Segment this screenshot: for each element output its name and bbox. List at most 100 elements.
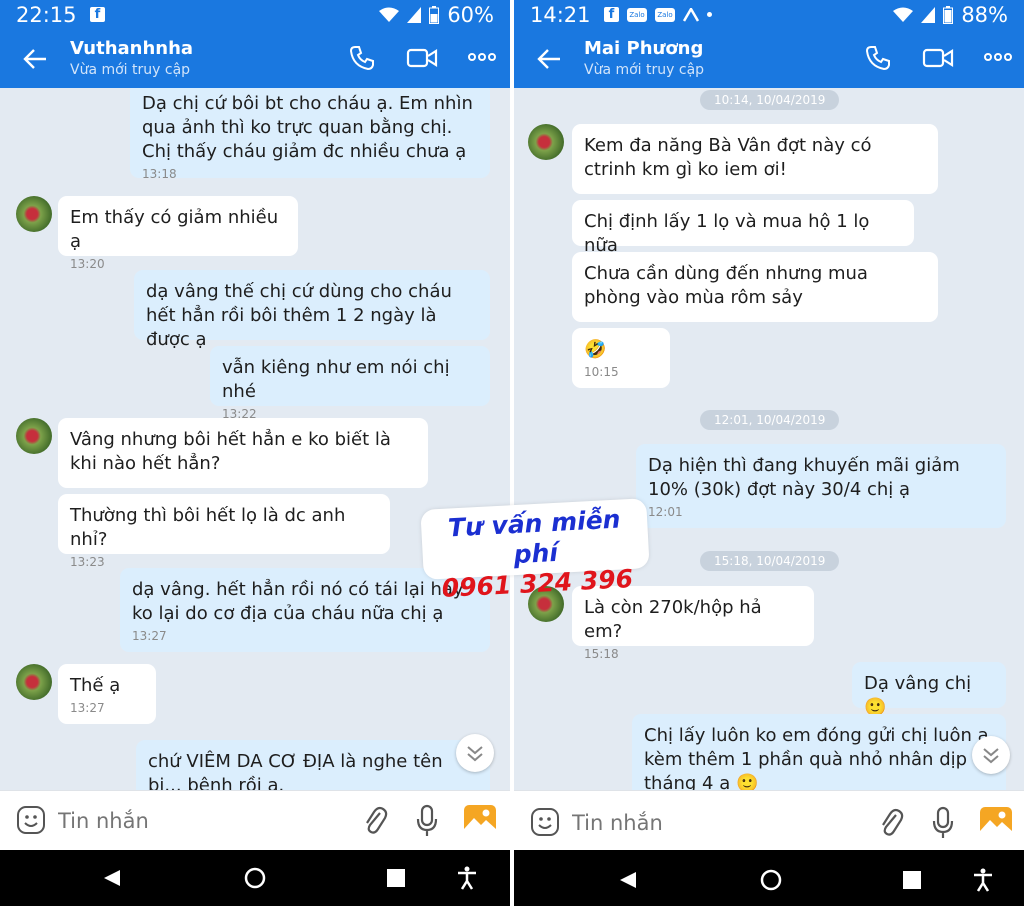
message-text: Dạ hiện thì đang khuyến mãi giảm 10% (30… <box>648 455 960 500</box>
message-bubble[interactable]: vẫn kiêng như em nói chị nhé 13:22 <box>210 346 490 421</box>
scroll-down-button[interactable] <box>972 736 1010 774</box>
right-phone-screen: 14:21 f Zalo Zalo 88% Mai Phương Vừa mới… <box>514 0 1024 906</box>
message-input[interactable] <box>56 803 340 839</box>
nav-home-icon[interactable] <box>244 867 266 889</box>
system-nav-bar <box>0 850 510 906</box>
avatar[interactable] <box>528 124 564 160</box>
back-arrow-icon[interactable] <box>536 46 562 72</box>
message-bubble[interactable]: Em thấy có giảm nhiều ạ 13:20 <box>58 196 298 271</box>
message-bubble[interactable]: chứ VIÊM DA CƠ ĐỊA là nghe tên bi... bện… <box>136 740 490 790</box>
message-list[interactable]: 10:14, 10/04/2019 Kem đa năng Bà Vân đợt… <box>514 88 1024 790</box>
chevron-down-icon <box>983 748 999 764</box>
nav-recents-icon[interactable] <box>386 868 406 888</box>
scroll-down-button[interactable] <box>456 734 494 772</box>
chat-header: Vuthanhnha Vừa mới truy cập <box>0 30 510 88</box>
attach-icon[interactable] <box>362 805 388 837</box>
message-text: Em thấy có giảm nhiều ạ <box>70 207 279 252</box>
contact-status: Vừa mới truy cập <box>584 62 705 78</box>
message-bubble[interactable]: Dạ vâng chị 🙂 <box>852 662 1006 718</box>
message-text: Chị lấy luôn ko em đóng gửi chị luôn ạ k… <box>644 725 989 790</box>
signal-icon <box>921 7 936 23</box>
zalo-icon: Zalo <box>655 7 675 22</box>
nav-back-icon[interactable] <box>102 868 122 888</box>
status-time: 14:21 <box>530 3 591 27</box>
message-bubble[interactable]: Thế ạ 13:27 <box>58 664 156 724</box>
message-bubble[interactable]: Dạ hiện thì đang khuyến mãi giảm 10% (30… <box>636 444 1006 528</box>
message-composer <box>0 790 510 851</box>
nav-home-icon[interactable] <box>760 869 782 891</box>
wifi-icon <box>893 7 914 22</box>
message-text: Chị định lấy 1 lọ và mua hộ 1 lọ nữa <box>584 211 870 256</box>
message-text: Là còn 270k/hộp hả em? <box>584 597 762 642</box>
message-bubble[interactable]: 🤣 10:15 <box>572 328 670 388</box>
battery-icon <box>943 6 954 24</box>
message-time: 13:27 <box>70 701 105 715</box>
message-bubble[interactable]: Chị định lấy 1 lọ và mua hộ 1 lọ nữa <box>572 200 914 256</box>
chevron-down-icon <box>467 746 483 762</box>
battery-level: 60% <box>447 3 494 27</box>
contact-name[interactable]: Vuthanhnha <box>70 38 193 59</box>
more-icon[interactable] <box>984 52 1012 62</box>
message-bubble[interactable]: dạ vâng thế chị cứ dùng cho cháu hết hẳn… <box>134 270 490 350</box>
back-arrow-icon[interactable] <box>22 46 48 72</box>
message-text: Vâng nhưng bôi hết hẳn e ko biết là khi … <box>70 429 391 474</box>
mic-icon[interactable] <box>416 804 438 838</box>
message-bubble[interactable]: Chưa cần dùng đến nhưng mua phòng vào mù… <box>572 252 938 322</box>
facebook-icon: f <box>90 7 105 22</box>
image-icon[interactable] <box>464 805 496 835</box>
signal-icon <box>407 7 422 23</box>
message-bubble[interactable]: Chị lấy luôn ko em đóng gửi chị luôn ạ k… <box>632 714 1006 790</box>
contact-name[interactable]: Mai Phương <box>584 38 703 59</box>
message-bubble[interactable]: Vâng nhưng bôi hết hẳn e ko biết là khi … <box>58 418 428 488</box>
message-text: Chưa cần dùng đến nhưng mua phòng vào mù… <box>584 263 868 308</box>
left-phone-screen: 22:15 f 60% Vuthanhnha Vừa mới truy cập … <box>0 0 510 906</box>
message-text: dạ vâng thế chị cứ dùng cho cháu hết hẳn… <box>146 281 452 350</box>
mic-icon[interactable] <box>932 806 954 840</box>
image-icon[interactable] <box>980 807 1012 837</box>
chat-header: Mai Phương Vừa mới truy cập <box>514 30 1024 88</box>
app-notification-icon <box>683 7 699 22</box>
status-bar: 22:15 f 60% <box>0 0 510 30</box>
avatar[interactable] <box>16 418 52 454</box>
message-bubble[interactable]: Dạ chị cứ bôi bt cho cháu ạ. Em nhìn qua… <box>130 88 490 181</box>
message-text: 🤣 <box>584 339 607 360</box>
nav-back-icon[interactable] <box>618 870 638 890</box>
more-icon[interactable] <box>468 52 496 62</box>
status-bar: 14:21 f Zalo Zalo 88% <box>514 0 1024 30</box>
message-text: Dạ chị cứ bôi bt cho cháu ạ. Em nhìn qua… <box>142 93 473 162</box>
message-composer <box>514 790 1024 851</box>
date-separator: 12:01, 10/04/2019 <box>700 410 840 430</box>
zalo-icon: Zalo <box>627 7 647 22</box>
attach-icon[interactable] <box>878 807 904 839</box>
message-bubble[interactable]: Kem đa năng Bà Vân đợt này có ctrinh km … <box>572 124 938 194</box>
battery-icon <box>429 6 440 24</box>
sticker-icon[interactable] <box>16 805 46 835</box>
message-input[interactable] <box>570 805 854 841</box>
message-text: Thường thì bôi hết lọ là dc anh nhỉ? <box>70 505 346 550</box>
message-text: vẫn kiêng như em nói chị nhé <box>222 357 450 402</box>
promo-watermark: Tư vấn miễn phí 0961 324 396 <box>422 500 648 603</box>
avatar[interactable] <box>16 196 52 232</box>
avatar[interactable] <box>16 664 52 700</box>
nav-recents-icon[interactable] <box>902 870 922 890</box>
battery-level: 88% <box>961 3 1008 27</box>
accessibility-icon[interactable] <box>456 866 478 890</box>
message-time: 13:23 <box>70 555 105 569</box>
wifi-icon <box>379 7 400 22</box>
message-list[interactable]: Dạ chị cứ bôi bt cho cháu ạ. Em nhìn qua… <box>0 88 510 790</box>
message-time: 10:15 <box>584 365 619 379</box>
facebook-icon: f <box>604 7 619 22</box>
dot-icon <box>707 12 712 17</box>
date-separator: 15:18, 10/04/2019 <box>700 551 840 571</box>
contact-status: Vừa mới truy cập <box>70 62 191 78</box>
accessibility-icon[interactable] <box>972 868 994 892</box>
sticker-icon[interactable] <box>530 807 560 837</box>
system-nav-bar <box>514 850 1024 906</box>
status-time: 22:15 <box>16 3 77 27</box>
message-time: 15:18 <box>584 647 619 661</box>
phone-icon[interactable] <box>348 44 376 72</box>
video-icon[interactable] <box>922 44 954 72</box>
message-bubble[interactable]: Thường thì bôi hết lọ là dc anh nhỉ? 13:… <box>58 494 390 569</box>
video-icon[interactable] <box>406 44 438 72</box>
phone-icon[interactable] <box>864 44 892 72</box>
